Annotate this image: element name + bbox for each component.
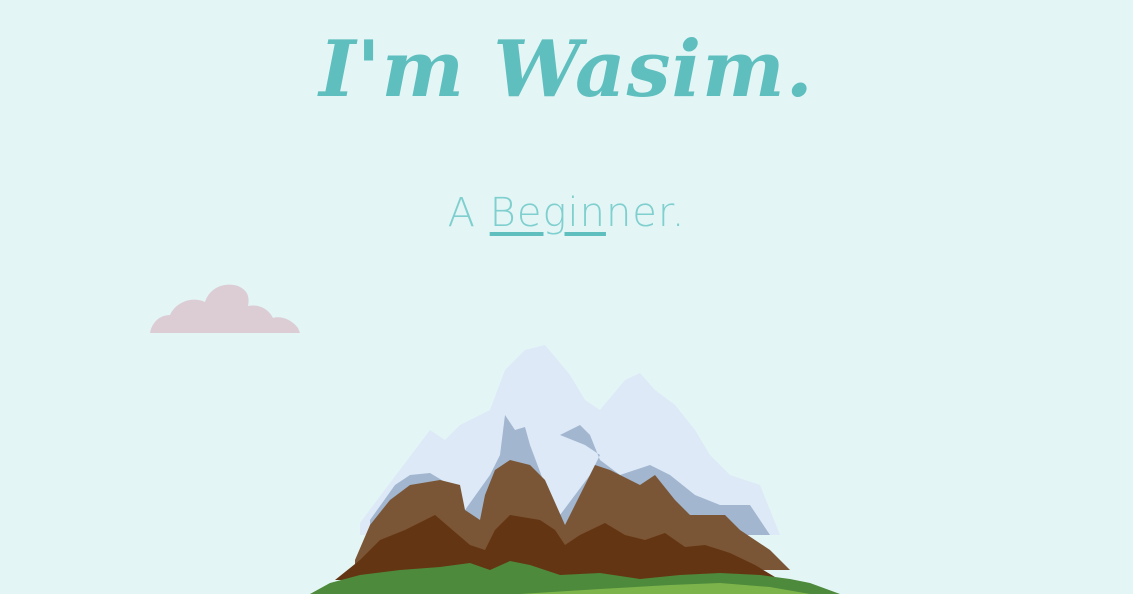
cloud-illustration xyxy=(150,284,300,333)
subtitle-part-4: . xyxy=(671,190,686,236)
hero-headline: I'm Wasim. xyxy=(319,24,814,115)
subtitle-part-1: Beg xyxy=(489,190,568,236)
mountain-illustration xyxy=(310,345,840,594)
subtitle-prefix: A xyxy=(447,190,490,236)
subtitle-part-3: ner xyxy=(605,190,672,236)
hero-subtitle: A Beginner. xyxy=(0,190,1133,236)
subtitle-part-2: in xyxy=(567,190,606,236)
